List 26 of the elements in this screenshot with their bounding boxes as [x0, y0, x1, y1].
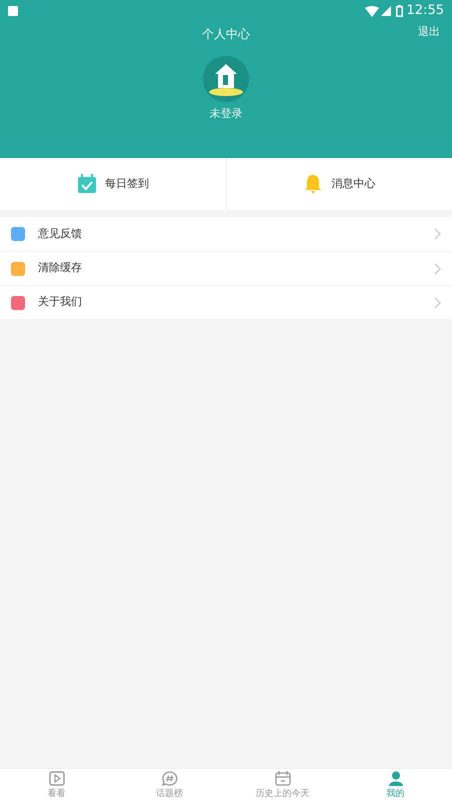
status-time: 12:55	[406, 2, 444, 20]
play-icon	[48, 771, 64, 786]
calendar-check-icon	[76, 174, 97, 194]
tab[interactable]: 历史上的今天	[226, 769, 339, 804]
menu-item[interactable]: 清除缓存	[0, 251, 452, 285]
signal-icon	[380, 6, 391, 16]
wifi-icon	[364, 6, 379, 16]
tab[interactable]: 话题榜	[113, 769, 226, 804]
page-title: 个人中心	[202, 26, 250, 43]
tab[interactable]: 看看	[0, 769, 113, 804]
tab[interactable]: 我的	[339, 769, 452, 804]
logout-button[interactable]: 退出	[418, 24, 440, 40]
menu-item[interactable]: 意见反馈	[0, 217, 452, 251]
avatar-icon[interactable]	[203, 56, 249, 102]
quick-action[interactable]: 消息中心	[226, 158, 452, 210]
hashtag-bubble-icon	[162, 771, 178, 786]
battery-icon	[396, 5, 403, 17]
calendar-icon	[274, 771, 290, 786]
chevron-right-icon	[434, 262, 441, 274]
login-status[interactable]: 未登录	[210, 106, 242, 122]
quick-action[interactable]: 每日签到	[0, 158, 226, 210]
person-icon	[388, 771, 404, 786]
bell-icon	[303, 174, 324, 194]
chevron-right-icon	[434, 228, 441, 240]
chevron-right-icon	[434, 296, 441, 308]
menu-item[interactable]: 关于我们	[0, 285, 452, 319]
